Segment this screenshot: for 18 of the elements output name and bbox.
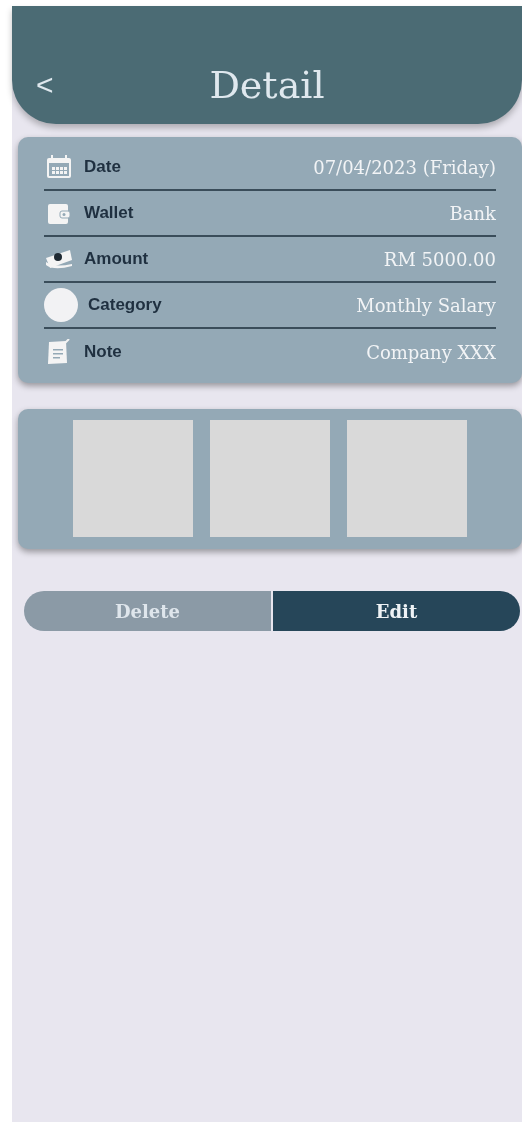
edit-button[interactable]: Edit — [271, 591, 520, 631]
page-title: Detail — [209, 66, 325, 104]
circle-icon — [44, 288, 78, 322]
field-label: Wallet — [84, 202, 134, 225]
field-value: Monthly Salary — [356, 293, 496, 318]
image-placeholder[interactable] — [210, 420, 330, 537]
field-label: Amount — [84, 248, 149, 271]
field-label: Category — [88, 294, 162, 317]
back-button[interactable]: < — [36, 70, 66, 100]
field-label: Note — [84, 341, 122, 364]
image-placeholder[interactable] — [73, 420, 193, 537]
image-placeholder[interactable] — [347, 420, 467, 537]
field-value: 07/04/2023 (Friday) — [313, 155, 496, 180]
field-value: RM 5000.00 — [383, 247, 496, 272]
calendar-icon — [44, 154, 74, 180]
field-label: Date — [84, 156, 121, 179]
field-value: Company XXX — [366, 340, 496, 365]
field-value: Bank — [449, 201, 496, 226]
